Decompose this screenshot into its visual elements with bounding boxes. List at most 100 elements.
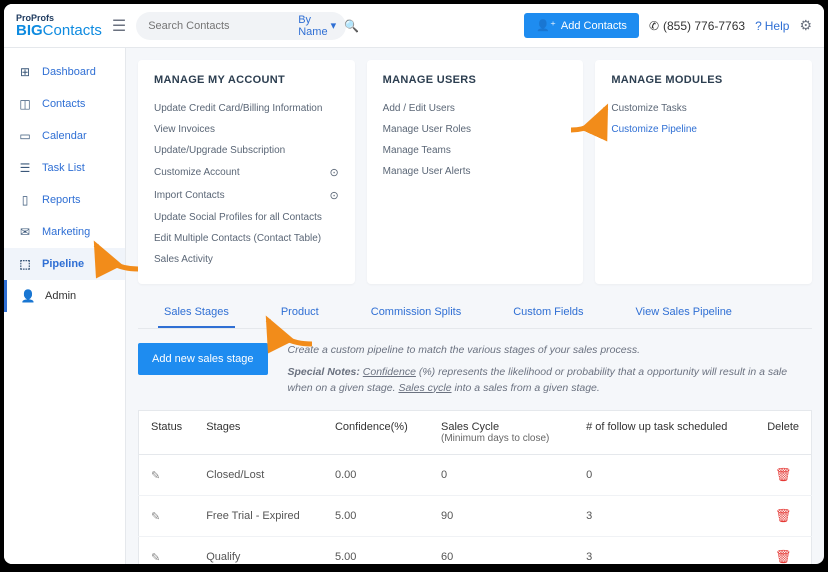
table-row: ✎ Qualify 5.00 60 3 🗑: [139, 537, 812, 564]
table-row: ✎ Free Trial - Expired 5.00 90 3 🗑: [139, 496, 812, 537]
add-sales-stage-button[interactable]: Add new sales stage: [138, 343, 268, 375]
manage-modules-card: MANAGE MODULES Customize Tasks Customize…: [595, 60, 812, 284]
cell-followup: 0: [574, 455, 755, 496]
col-status: Status: [139, 411, 195, 455]
add-contacts-button[interactable]: 👤⁺Add Contacts: [524, 13, 639, 38]
delete-row-button[interactable]: 🗑: [755, 496, 811, 537]
col-confidence: Confidence(%): [323, 411, 429, 455]
users-link-alerts[interactable]: Manage User Alerts: [383, 161, 568, 182]
circle-arrow-icon: ⊙: [329, 166, 338, 179]
col-stages: Stages: [194, 411, 323, 455]
users-link-teams[interactable]: Manage Teams: [383, 140, 568, 161]
sidebar-item-reports[interactable]: ▯ Reports: [4, 184, 125, 216]
dashboard-icon: ⊞: [18, 65, 32, 79]
phone-icon: ✆: [649, 19, 659, 33]
phone-number: ✆(855) 776-7763: [649, 19, 745, 33]
help-icon: ?: [755, 19, 762, 33]
sidebar-item-marketing[interactable]: ✉ Marketing: [4, 216, 125, 248]
col-followup: # of follow up task scheduled: [574, 411, 755, 455]
help-link[interactable]: ?Help: [755, 19, 789, 33]
cell-confidence: 0.00: [323, 455, 429, 496]
modules-link-pipeline[interactable]: Customize Pipeline: [611, 119, 796, 140]
sidebar-item-tasklist[interactable]: ☰ Task List: [4, 152, 125, 184]
trash-icon: 🗑: [775, 508, 792, 523]
sidebar-item-label: Marketing: [42, 226, 90, 238]
cell-stage: Free Trial - Expired: [194, 496, 323, 537]
account-link-social[interactable]: Update Social Profiles for all Contacts: [154, 207, 339, 228]
cell-confidence: 5.00: [323, 496, 429, 537]
delete-row-button[interactable]: 🗑: [755, 455, 811, 496]
sidebar-item-pipeline[interactable]: ⬚ Pipeline: [4, 248, 125, 280]
users-link-roles[interactable]: Manage User Roles: [383, 119, 568, 140]
pipeline-icon: ⬚: [18, 257, 32, 271]
cell-followup: 3: [574, 496, 755, 537]
tab-product[interactable]: Product: [275, 298, 325, 328]
sidebar-item-calendar[interactable]: ▭ Calendar: [4, 120, 125, 152]
tab-custom-fields[interactable]: Custom Fields: [507, 298, 589, 328]
sidebar-item-label: Task List: [42, 162, 85, 174]
cell-stage: Qualify: [194, 537, 323, 564]
tab-commission-splits[interactable]: Commission Splits: [365, 298, 467, 328]
cell-cycle: 60: [429, 537, 574, 564]
tabs: Sales Stages Product Commission Splits C…: [138, 298, 812, 329]
search-icon[interactable]: 🔍: [344, 19, 359, 33]
search-input[interactable]: [148, 20, 290, 32]
cell-confidence: 5.00: [323, 537, 429, 564]
reports-icon: ▯: [18, 193, 32, 207]
users-link-add-edit[interactable]: Add / Edit Users: [383, 98, 568, 119]
calendar-icon: ▭: [18, 129, 32, 143]
menu-toggle-icon[interactable]: ☰: [112, 16, 126, 36]
sidebar-item-label: Pipeline: [42, 258, 84, 270]
col-cycle: Sales Cycle(Minimum days to close): [429, 411, 574, 455]
col-delete: Delete: [755, 411, 811, 455]
stages-table: Status Stages Confidence(%) Sales Cycle(…: [138, 410, 812, 564]
account-link-subscription[interactable]: Update/Upgrade Subscription: [154, 140, 339, 161]
top-bar: ProProfs BIGContacts ☰ By Name ▾ 🔍 👤⁺Add…: [4, 4, 824, 48]
sidebar-item-label: Reports: [42, 194, 81, 206]
sidebar: ⊞ Dashboard ◫ Contacts ▭ Calendar ☰ Task Lis…: [4, 48, 126, 564]
search-bar[interactable]: By Name ▾ 🔍: [136, 12, 346, 40]
account-link-customize[interactable]: Customize Account⊙: [154, 161, 339, 184]
chevron-down-icon: ▾: [331, 19, 337, 32]
logo-bottom: BIGContacts: [16, 23, 102, 38]
cell-cycle: 90: [429, 496, 574, 537]
contacts-icon: ◫: [18, 97, 32, 111]
card-title: MANAGE MODULES: [611, 74, 796, 86]
sidebar-item-dashboard[interactable]: ⊞ Dashboard: [4, 56, 125, 88]
sidebar-item-contacts[interactable]: ◫ Contacts: [4, 88, 125, 120]
modules-link-tasks[interactable]: Customize Tasks: [611, 98, 796, 119]
card-title: MANAGE MY ACCOUNT: [154, 74, 339, 86]
sidebar-item-label: Contacts: [42, 98, 85, 110]
delete-row-button[interactable]: 🗑: [755, 537, 811, 564]
account-link-import[interactable]: Import Contacts⊙: [154, 184, 339, 207]
tab-view-pipeline[interactable]: View Sales Pipeline: [630, 298, 738, 328]
sidebar-item-label: Calendar: [42, 130, 87, 142]
tasklist-icon: ☰: [18, 161, 32, 175]
edit-row-button[interactable]: ✎: [139, 496, 195, 537]
admin-icon: 👤: [21, 289, 35, 303]
intro-text: Create a custom pipeline to match the va…: [288, 343, 812, 396]
logo: ProProfs BIGContacts: [16, 14, 102, 38]
sidebar-item-label: Admin: [45, 290, 76, 302]
card-title: MANAGE USERS: [383, 74, 568, 86]
marketing-icon: ✉: [18, 225, 32, 239]
account-link-edit-multiple[interactable]: Edit Multiple Contacts (Contact Table): [154, 228, 339, 249]
search-filter-dropdown[interactable]: By Name ▾: [298, 14, 336, 38]
sidebar-item-admin[interactable]: 👤 Admin: [4, 280, 125, 312]
circle-arrow-icon: ⊙: [329, 189, 338, 202]
cell-stage: Closed/Lost: [194, 455, 323, 496]
account-link-invoices[interactable]: View Invoices: [154, 119, 339, 140]
tab-sales-stages[interactable]: Sales Stages: [158, 298, 235, 328]
main-content: MANAGE MY ACCOUNT Update Credit Card/Bil…: [126, 48, 824, 564]
sidebar-item-label: Dashboard: [42, 66, 96, 78]
account-link-sales-activity[interactable]: Sales Activity: [154, 249, 339, 270]
edit-row-button[interactable]: ✎: [139, 455, 195, 496]
trash-icon: 🗑: [775, 549, 792, 564]
account-link-billing[interactable]: Update Credit Card/Billing Information: [154, 98, 339, 119]
cell-followup: 3: [574, 537, 755, 564]
add-user-icon: 👤⁺: [536, 19, 556, 32]
gear-icon[interactable]: ⚙: [799, 17, 812, 34]
table-row: ✎ Closed/Lost 0.00 0 0 🗑: [139, 455, 812, 496]
edit-row-button[interactable]: ✎: [139, 537, 195, 564]
manage-account-card: MANAGE MY ACCOUNT Update Credit Card/Bil…: [138, 60, 355, 284]
